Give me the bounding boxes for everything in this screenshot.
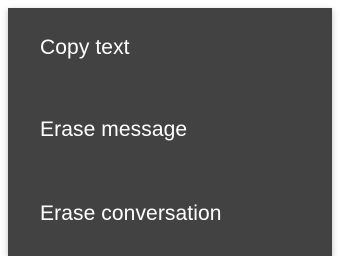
context-menu: Copy text Erase message Erase conversati… <box>8 8 332 256</box>
menu-item-label: Erase message <box>40 118 188 141</box>
menu-item-label: Copy text <box>40 36 130 59</box>
menu-item-erase-message[interactable]: Erase message <box>8 88 332 172</box>
menu-item-copy-text[interactable]: Copy text <box>8 8 332 88</box>
menu-item-label: Erase conversation <box>40 202 222 225</box>
menu-item-erase-conversation[interactable]: Erase conversation <box>8 172 332 256</box>
